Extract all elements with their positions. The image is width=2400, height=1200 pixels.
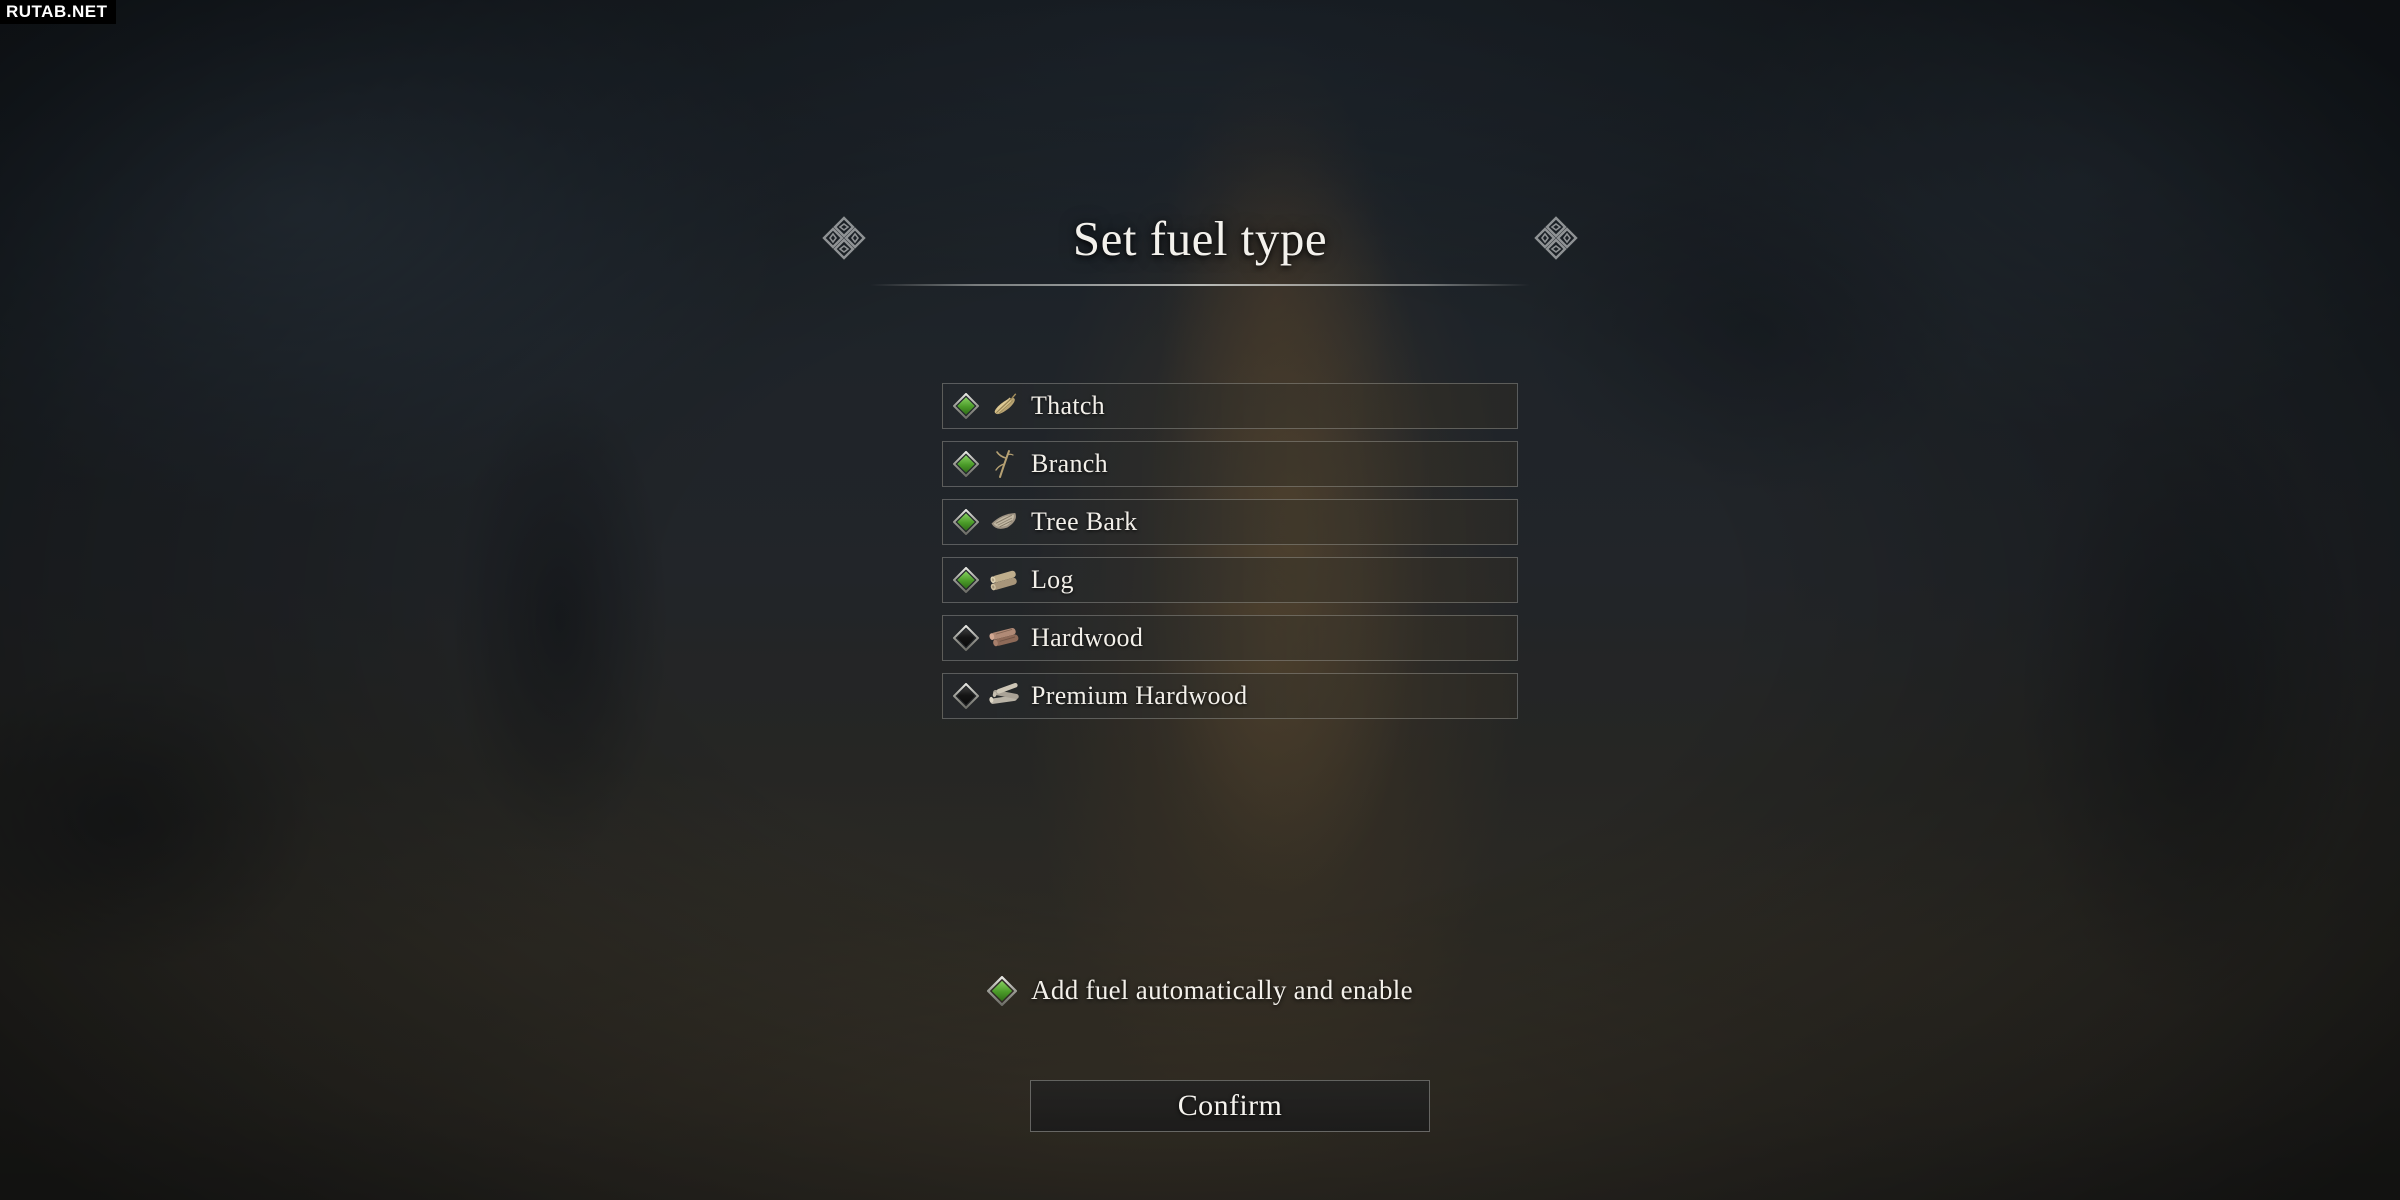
title-divider — [870, 284, 1530, 286]
fuel-option-label: Tree Bark — [1031, 507, 1138, 536]
dialog-title: Set fuel type — [1072, 210, 1328, 266]
site-watermark: RUTAB.NET — [0, 0, 117, 24]
tree-bark-icon — [987, 506, 1023, 538]
set-fuel-type-dialog: Set fuel type Thatch Branch Tree Bark Lo… — [0, 0, 2400, 1200]
checkbox-checked-icon[interactable] — [953, 451, 979, 477]
confirm-button[interactable]: Confirm — [1030, 1080, 1430, 1132]
hardwood-icon — [987, 622, 1023, 654]
fuel-option-row[interactable]: Tree Bark — [942, 499, 1518, 545]
fuel-option-row[interactable]: Log — [942, 557, 1518, 603]
checkbox-checked-icon[interactable] — [953, 509, 979, 535]
checkbox-checked-icon[interactable] — [987, 975, 1018, 1006]
checkbox-checked-icon[interactable] — [953, 393, 979, 419]
checkbox-unchecked-icon[interactable] — [953, 625, 979, 651]
checkbox-checked-icon[interactable] — [953, 567, 979, 593]
thatch-icon — [987, 390, 1023, 422]
diamond-cluster-ornament-right — [1533, 215, 1579, 261]
fuel-option-label: Log — [1031, 565, 1074, 594]
dialog-header: Set fuel type — [0, 196, 2400, 280]
fuel-option-row[interactable]: Premium Hardwood — [942, 673, 1518, 719]
game-screen: RUTAB.NET Set fuel type Thatch Branch Tr… — [0, 0, 2400, 1200]
fuel-option-label: Hardwood — [1031, 623, 1144, 652]
diamond-cluster-ornament-left — [821, 215, 867, 261]
fuel-option-row[interactable]: Thatch — [942, 383, 1518, 429]
fuel-option-label: Premium Hardwood — [1031, 681, 1248, 710]
fuel-option-row[interactable]: Hardwood — [942, 615, 1518, 661]
auto-fuel-label: Add fuel automatically and enable — [1031, 975, 1413, 1005]
log-icon — [987, 564, 1023, 596]
fuel-option-label: Thatch — [1031, 391, 1105, 420]
fuel-option-list: Thatch Branch Tree Bark Log Hardwood Pre… — [942, 383, 1518, 719]
fuel-option-label: Branch — [1031, 449, 1108, 478]
fuel-option-row[interactable]: Branch — [942, 441, 1518, 487]
confirm-button-label: Confirm — [1177, 1089, 1283, 1122]
checkbox-unchecked-icon[interactable] — [953, 683, 979, 709]
branch-icon — [987, 448, 1023, 480]
auto-fuel-toggle[interactable]: Add fuel automatically and enable — [0, 975, 2400, 1006]
premium-hardwood-icon — [987, 680, 1023, 712]
